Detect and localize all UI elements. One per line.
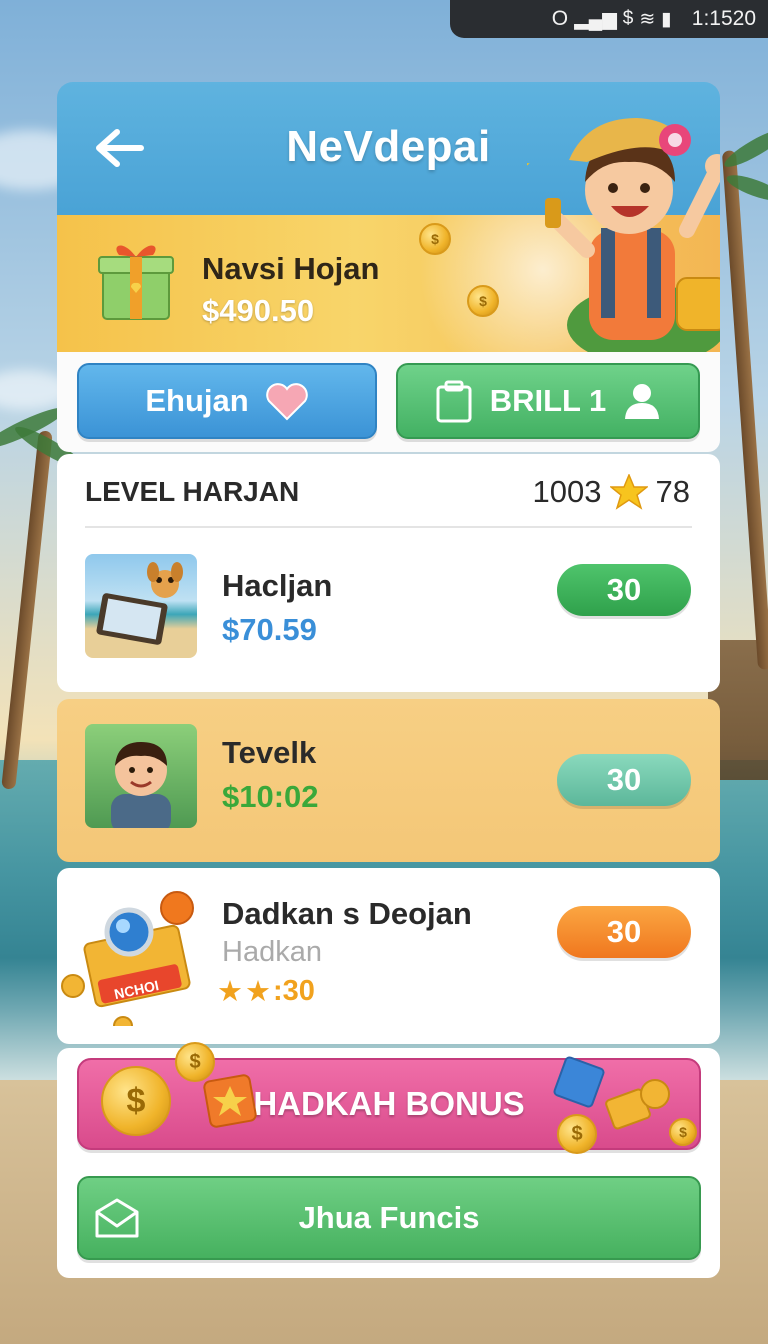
level-points: 1003 bbox=[532, 474, 602, 509]
bottom-panel: HADKAH BONUS $ $ $ $ Jhua Funcis bbox=[57, 1042, 720, 1278]
gold-bars-icon bbox=[605, 1079, 670, 1130]
user-icon bbox=[625, 384, 660, 419]
header: NeVdepai Navsi Hojan $490.50 $ $ bbox=[57, 82, 720, 352]
secondary-action-label: BRILL 1 bbox=[489, 383, 607, 418]
level-title: LEVEL HARJAN bbox=[85, 476, 300, 507]
coin-icon: $ bbox=[101, 1066, 171, 1136]
banner-amount: $490.50 bbox=[202, 293, 315, 328]
functions-button-label: Jhua Funcis bbox=[298, 1200, 480, 1235]
envelope-icon bbox=[95, 1198, 139, 1238]
signal-icon: ▂▄▆ bbox=[574, 8, 617, 30]
divider bbox=[85, 526, 692, 528]
dollar-icon: $ bbox=[622, 8, 634, 29]
list-item[interactable]: NCHOI Dadkan s Deojan Hadkan ★ ★ :30 30 bbox=[57, 868, 720, 1044]
list-item-name: Dadkan s Deojan bbox=[222, 896, 472, 931]
list-item-stars: ★ ★ :30 bbox=[217, 974, 315, 1009]
claim-button[interactable]: 30 bbox=[557, 754, 691, 806]
list-item-subtitle: Hadkan bbox=[222, 936, 322, 968]
gift-box-icon bbox=[98, 245, 174, 320]
list-item[interactable]: Tevelk $10:02 30 bbox=[57, 699, 720, 862]
list-item-amount: $10:02 bbox=[222, 779, 319, 814]
treasure-chest-icon: NCHOI bbox=[61, 891, 194, 1026]
coin-icon: $ bbox=[467, 285, 499, 317]
cheering-boy-mascot bbox=[527, 118, 720, 352]
list-item-name: Hacljan bbox=[222, 568, 333, 603]
claim-button[interactable]: 30 bbox=[557, 564, 691, 616]
star-icon bbox=[609, 474, 648, 510]
claim-button[interactable]: 30 bbox=[557, 906, 691, 958]
coin-icon: $ bbox=[557, 1114, 597, 1154]
action-button-panel: Ehujan BRILL 1 bbox=[57, 352, 720, 452]
level-stars: 78 bbox=[655, 474, 690, 509]
battery-icon: ▮ bbox=[661, 8, 672, 30]
list-item-stars-value: :30 bbox=[273, 975, 315, 1007]
level-stats: 1003 78 bbox=[533, 474, 690, 510]
level-card: LEVEL HARJAN 1003 78 Hacljan $70.59 30 bbox=[57, 454, 720, 692]
clipboard-icon bbox=[436, 380, 472, 423]
star-box-icon bbox=[203, 1074, 257, 1128]
coin-icon: $ bbox=[669, 1118, 697, 1146]
gift-box-icon bbox=[553, 1056, 605, 1108]
status-indicator: O bbox=[551, 7, 569, 30]
coin-icon: $ bbox=[419, 223, 451, 255]
bonus-button-label: HADKAH BONUS bbox=[253, 1085, 525, 1122]
wifi-icon: ≋ bbox=[639, 8, 656, 30]
beach-tablet-thumbnail bbox=[85, 554, 197, 658]
primary-action-button[interactable]: Ehujan bbox=[77, 363, 377, 439]
status-time: 1:1520 bbox=[691, 7, 756, 30]
heart-icon bbox=[265, 383, 308, 421]
functions-button[interactable]: Jhua Funcis bbox=[77, 1176, 701, 1260]
star-icon: ★ bbox=[217, 976, 243, 1008]
star-icon: ★ bbox=[245, 976, 271, 1008]
primary-action-label: Ehujan bbox=[145, 383, 249, 418]
list-item-name: Tevelk bbox=[222, 735, 317, 770]
secondary-action-button[interactable]: BRILL 1 bbox=[396, 363, 700, 439]
list-item-amount: $70.59 bbox=[222, 612, 317, 647]
main-card: NeVdepai Navsi Hojan $490.50 $ $ Ehujan … bbox=[57, 82, 720, 1278]
banner-name: Navsi Hojan bbox=[202, 251, 380, 286]
boy-avatar-thumbnail bbox=[85, 724, 197, 828]
status-bar: O ▂▄▆ $ ≋ ▮ 1:1520 bbox=[450, 0, 768, 38]
